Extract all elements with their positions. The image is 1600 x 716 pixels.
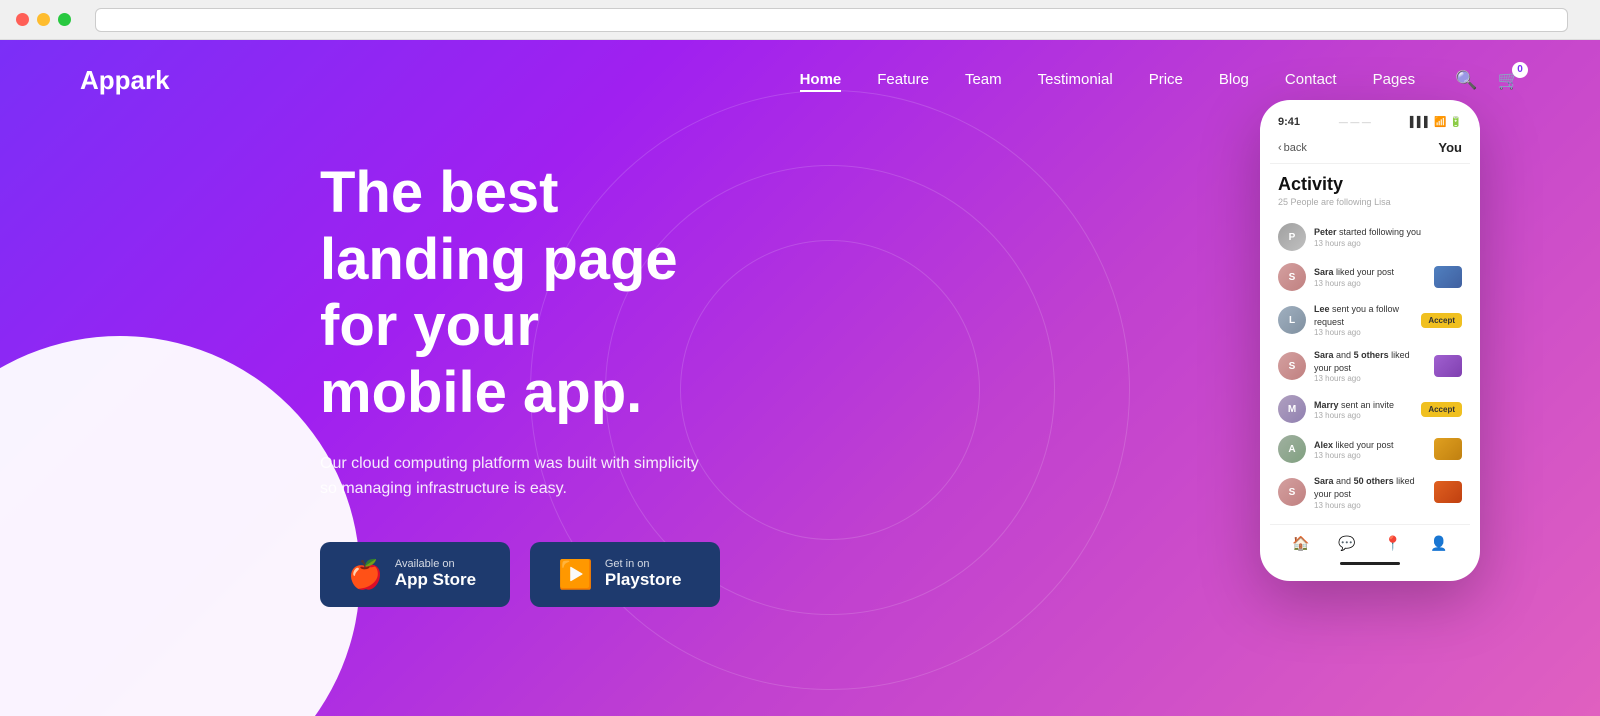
cart-badge: 0 xyxy=(1512,62,1528,78)
activity-text-7: Sara and 50 others liked your post 13 ho… xyxy=(1314,475,1426,509)
browser-chrome xyxy=(0,0,1600,40)
activity-text-6: Alex liked your post 13 hours ago xyxy=(1314,439,1426,461)
thumb-2 xyxy=(1434,355,1462,377)
activity-item-7: S Sara and 50 others liked your post 13 … xyxy=(1270,469,1470,515)
phone-you-label: You xyxy=(1438,140,1462,155)
nav-links: Home Feature Team Testimonial Price Blog… xyxy=(800,71,1416,89)
activity-title: Activity xyxy=(1270,174,1470,197)
nav-item-blog[interactable]: Blog xyxy=(1219,71,1249,89)
phone-status-icons: ▌▌▌ 📶 🔋 xyxy=(1410,117,1462,128)
hero-content: The best landing page for your mobile ap… xyxy=(0,120,780,607)
activity-item-6: A Alex liked your post 13 hours ago xyxy=(1270,429,1470,469)
traffic-light-yellow[interactable] xyxy=(37,13,50,26)
activity-item-1: P Peter started following you 13 hours a… xyxy=(1270,217,1470,257)
playstore-button[interactable]: ▶️ Get in on Playstore xyxy=(530,542,720,607)
location-nav-icon[interactable]: 📍 xyxy=(1384,535,1401,552)
battery-icon: 🔋 xyxy=(1450,117,1462,128)
activity-text-5: Marry sent an invite 13 hours ago xyxy=(1314,399,1413,421)
avatar-marry: M xyxy=(1278,395,1306,423)
nav-item-team[interactable]: Team xyxy=(965,71,1002,89)
avatar-sara-2: S xyxy=(1278,352,1306,380)
playstore-small-label: Get in on xyxy=(605,558,682,570)
phone-mockup: 9:41 — — — ▌▌▌ 📶 🔋 ‹ back You Activity 2… xyxy=(1260,100,1480,581)
hero-subtitle: Our cloud computing platform was built w… xyxy=(320,451,700,502)
phone-nav-bar: ‹ back You xyxy=(1270,136,1470,164)
appstore-small-label: Available on xyxy=(395,558,476,570)
playstore-large-label: Playstore xyxy=(605,570,682,590)
avatar-sara-1: S xyxy=(1278,263,1306,291)
hero-title: The best landing page for your mobile ap… xyxy=(320,160,700,427)
nav-item-price[interactable]: Price xyxy=(1149,71,1183,89)
nav-icons: 🔍 🛒 0 xyxy=(1455,70,1520,91)
profile-nav-icon[interactable]: 👤 xyxy=(1430,535,1447,552)
avatar-alex: A xyxy=(1278,435,1306,463)
activity-item-4: S Sara and 5 others liked your post 13 h… xyxy=(1270,343,1470,389)
logo[interactable]: Appark xyxy=(80,65,170,96)
appstore-button[interactable]: 🍎 Available on App Store xyxy=(320,542,510,607)
thumb-3 xyxy=(1434,438,1462,460)
accept-button-1[interactable]: Accept xyxy=(1421,313,1462,328)
activity-text-4: Sara and 5 others liked your post 13 hou… xyxy=(1314,349,1426,383)
traffic-light-green[interactable] xyxy=(58,13,71,26)
activity-item-3: L Lee sent you a follow request 13 hours… xyxy=(1270,297,1470,343)
signal-icon: ▌▌▌ xyxy=(1410,117,1431,128)
phone-back-button[interactable]: ‹ back xyxy=(1278,142,1307,154)
phone-mockup-wrapper: 9:41 — — — ▌▌▌ 📶 🔋 ‹ back You Activity 2… xyxy=(1260,100,1480,581)
thumb-4 xyxy=(1434,481,1462,503)
playstore-icon: ▶️ xyxy=(558,558,593,591)
avatar-peter: P xyxy=(1278,223,1306,251)
phone-notch: — — — xyxy=(1300,117,1410,127)
url-bar[interactable] xyxy=(95,8,1568,32)
activity-item-5: M Marry sent an invite 13 hours ago Acce… xyxy=(1270,389,1470,429)
activity-text-2: Sara liked your post 13 hours ago xyxy=(1314,266,1426,288)
accept-button-2[interactable]: Accept xyxy=(1421,402,1462,417)
search-icon[interactable]: 🔍 xyxy=(1455,70,1477,91)
chat-nav-icon[interactable]: 💬 xyxy=(1338,535,1355,552)
cart-icon[interactable]: 🛒 0 xyxy=(1498,70,1520,91)
nav-item-pages[interactable]: Pages xyxy=(1373,71,1416,89)
activity-subtitle: 25 People are following Lisa xyxy=(1270,197,1470,217)
appstore-text: Available on App Store xyxy=(395,558,476,590)
thumb-1 xyxy=(1434,266,1462,288)
avatar-lee: L xyxy=(1278,306,1306,334)
wifi-icon: 📶 xyxy=(1434,117,1446,128)
apple-icon: 🍎 xyxy=(348,558,383,591)
phone-time: 9:41 xyxy=(1278,116,1300,128)
appstore-large-label: App Store xyxy=(395,570,476,590)
nav-item-home[interactable]: Home xyxy=(800,71,842,89)
phone-bottom-nav: 🏠 💬 📍 👤 xyxy=(1270,524,1470,556)
nav-item-feature[interactable]: Feature xyxy=(877,71,929,89)
home-indicator xyxy=(1340,562,1400,565)
phone-status-bar: 9:41 — — — ▌▌▌ 📶 🔋 xyxy=(1270,116,1470,136)
nav-item-testimonial[interactable]: Testimonial xyxy=(1038,71,1113,89)
avatar-sara-3: S xyxy=(1278,478,1306,506)
traffic-light-red[interactable] xyxy=(16,13,29,26)
activity-text-3: Lee sent you a follow request 13 hours a… xyxy=(1314,303,1413,337)
activity-item-2: S Sara liked your post 13 hours ago xyxy=(1270,257,1470,297)
activity-text-1: Peter started following you 13 hours ago xyxy=(1314,226,1462,248)
home-nav-icon[interactable]: 🏠 xyxy=(1292,535,1309,552)
nav-item-contact[interactable]: Contact xyxy=(1285,71,1337,89)
playstore-text: Get in on Playstore xyxy=(605,558,682,590)
hero-section: Appark Home Feature Team Testimonial Pri… xyxy=(0,40,1600,716)
cta-buttons: 🍎 Available on App Store ▶️ Get in on Pl… xyxy=(320,542,700,607)
